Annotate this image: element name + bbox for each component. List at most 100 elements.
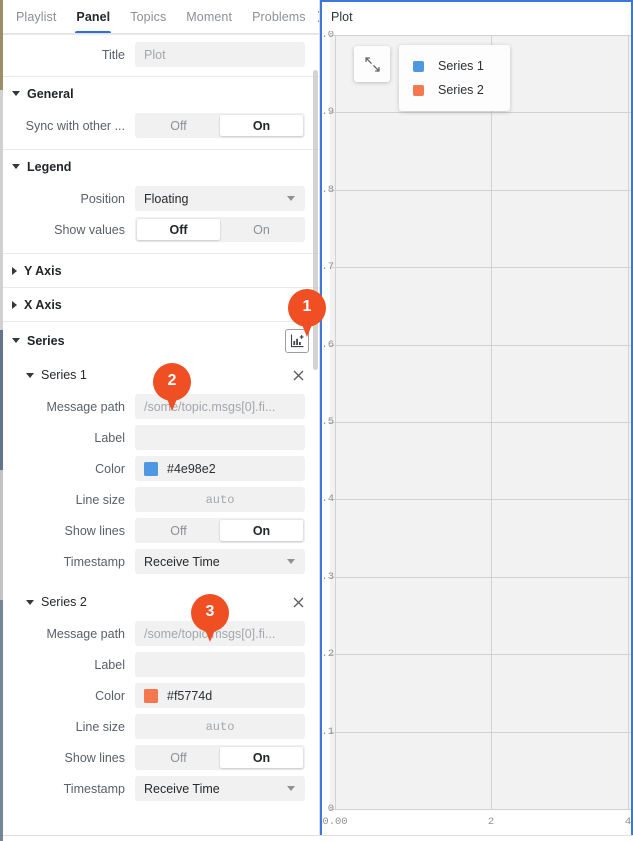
series-2-show-lines-on[interactable]: On [220, 747, 303, 768]
series-2-title: Series 2 [41, 595, 87, 609]
subsection-series-2[interactable]: Series 2 [0, 586, 319, 618]
series-2-timestamp-select[interactable]: Receive Time [135, 776, 305, 801]
gridline-h [330, 576, 631, 578]
series-2-timestamp-value: Receive Time [144, 781, 220, 796]
chevron-down-icon [12, 164, 20, 169]
chevron-right-icon [12, 266, 17, 275]
chevron-down-icon [287, 196, 295, 201]
series-1-color-input[interactable]: #4e98e2 [135, 456, 305, 481]
series-1-timestamp-select[interactable]: Receive Time [135, 549, 305, 574]
title-label: Title [101, 47, 125, 62]
row-series-1-show-lines: Show lines Off On [0, 515, 319, 546]
plot-panel[interactable]: Plot 1.0 0.9 0.8 0.7 0.6 0.5 0.4 0.3 [320, 0, 633, 841]
ytick-label: 0.2 [322, 648, 334, 661]
series-1-line-size-input[interactable]: auto [135, 487, 305, 512]
series-1-show-lines-on[interactable]: On [220, 520, 303, 541]
settings-scroll-area[interactable]: Title Plot General Sync with other ... O… [0, 34, 319, 841]
series-2-label-input[interactable] [135, 652, 305, 677]
series-1-label-label: Label [94, 430, 125, 445]
xtick-label: 4 [624, 816, 631, 828]
section-general-title: General [27, 86, 74, 101]
window-bottom-strip [0, 835, 633, 841]
sync-toggle-off[interactable]: Off [137, 115, 220, 136]
chevron-down-icon [287, 559, 295, 564]
series-1-color-swatch [144, 461, 158, 476]
ytick-label: 0.4 [322, 493, 334, 506]
legend-label-series-1: Series 1 [438, 59, 484, 73]
settings-scrollbar[interactable] [313, 70, 318, 370]
section-x-axis[interactable]: X Axis [0, 287, 319, 321]
tab-topics[interactable]: Topics [120, 0, 176, 33]
panel-settings-sidebar: Playlist Panel Topics Moment Problems Ti… [0, 0, 320, 841]
legend-item[interactable]: Series 1 [413, 54, 484, 78]
sync-label: Sync with other ... [25, 118, 125, 133]
app-root: Playlist Panel Topics Moment Problems Ti… [0, 0, 633, 841]
tab-panel-label: Panel [76, 9, 111, 24]
legend-position-select[interactable]: Floating [135, 186, 305, 211]
tab-moment[interactable]: Moment [176, 0, 242, 33]
gridline-h [330, 112, 631, 114]
window-left-edge [0, 0, 3, 841]
series-2-color-value: #f5774d [167, 688, 213, 703]
chevron-down-icon [287, 786, 295, 791]
ytick-label: 0.1 [322, 725, 334, 738]
legend-position-label: Position [80, 191, 125, 206]
title-input[interactable]: Plot [135, 42, 305, 67]
series-1-show-lines-label: Show lines [64, 523, 125, 538]
legend-position-value: Floating [144, 191, 189, 206]
add-series-icon[interactable] [285, 328, 309, 353]
section-legend[interactable]: Legend [0, 149, 319, 183]
row-series-2-show-lines: Show lines Off On [0, 742, 319, 773]
series-1-line-size-label: Line size [75, 492, 125, 507]
plot-title: Plot [331, 10, 353, 24]
row-series-1-timestamp: Timestamp Receive Time [0, 546, 319, 577]
row-series-2-timestamp: Timestamp Receive Time [0, 773, 319, 804]
series-2-line-size-input[interactable]: auto [135, 714, 305, 739]
row-series-1-message-path: Message path /some/topic.msgs[0].fi... [0, 391, 319, 422]
ytick-label: 0.8 [322, 183, 334, 196]
gridline-h [330, 189, 631, 191]
section-general[interactable]: General [0, 76, 319, 110]
series-1-label-input[interactable] [135, 425, 305, 450]
row-title: Title Plot [0, 39, 319, 70]
series-2-line-size-label: Line size [75, 719, 125, 734]
ytick-label: 0 [327, 803, 334, 815]
sync-toggle-on[interactable]: On [220, 115, 303, 136]
gridline-v [627, 35, 629, 809]
row-series-1-line-size: Line size auto [0, 484, 319, 515]
remove-series-1-icon[interactable] [287, 364, 309, 386]
section-series-title: Series [27, 333, 65, 348]
plot-canvas[interactable]: 1.0 0.9 0.8 0.7 0.6 0.5 0.4 0.3 0.2 0.1 [322, 31, 631, 828]
subsection-series-1[interactable]: Series 1 [0, 359, 319, 391]
row-series-2-label: Label [0, 649, 319, 680]
show-values-toggle-on[interactable]: On [220, 219, 303, 240]
tab-problems[interactable]: Problems [242, 0, 316, 33]
series-2-color-input[interactable]: #f5774d [135, 683, 305, 708]
series-1-show-lines-off[interactable]: Off [137, 520, 220, 541]
plot-legend[interactable]: Series 1 Series 2 [399, 45, 510, 111]
gridline-v [335, 35, 336, 809]
section-series[interactable]: Series [0, 321, 319, 359]
series-1-message-path-input[interactable]: /some/topic.msgs[0].fi... [135, 394, 305, 419]
show-values-toggle-off[interactable]: Off [137, 219, 220, 240]
legend-item[interactable]: Series 2 [413, 78, 484, 102]
series-1-show-lines-toggle-group: Off On [135, 518, 305, 543]
collapse-arrows-icon[interactable] [354, 46, 390, 82]
row-series-1-color: Color #4e98e2 [0, 453, 319, 484]
tab-panel[interactable]: Panel [66, 0, 120, 33]
chevron-down-icon [12, 338, 20, 343]
series-2-show-lines-off[interactable]: Off [137, 747, 220, 768]
series-2-timestamp-label: Timestamp [63, 781, 125, 796]
plot-area[interactable]: 1.0 0.9 0.8 0.7 0.6 0.5 0.4 0.3 0.2 0.1 [322, 31, 631, 839]
legend-swatch-series-1 [413, 60, 424, 72]
tab-playlist[interactable]: Playlist [6, 0, 66, 33]
row-sync-with-other: Sync with other ... Off On [0, 110, 319, 141]
row-legend-show-values: Show values Off On [0, 214, 319, 245]
row-series-2-line-size: Line size auto [0, 711, 319, 742]
remove-series-2-icon[interactable] [287, 591, 309, 613]
ytick-label: 0.9 [322, 106, 334, 119]
series-2-show-lines-label: Show lines [64, 750, 125, 765]
ytick-label: 0.3 [322, 570, 334, 583]
series-2-message-path-input[interactable]: /some/topic.msgs[0].fi... [135, 621, 305, 646]
section-y-axis[interactable]: Y Axis [0, 253, 319, 287]
